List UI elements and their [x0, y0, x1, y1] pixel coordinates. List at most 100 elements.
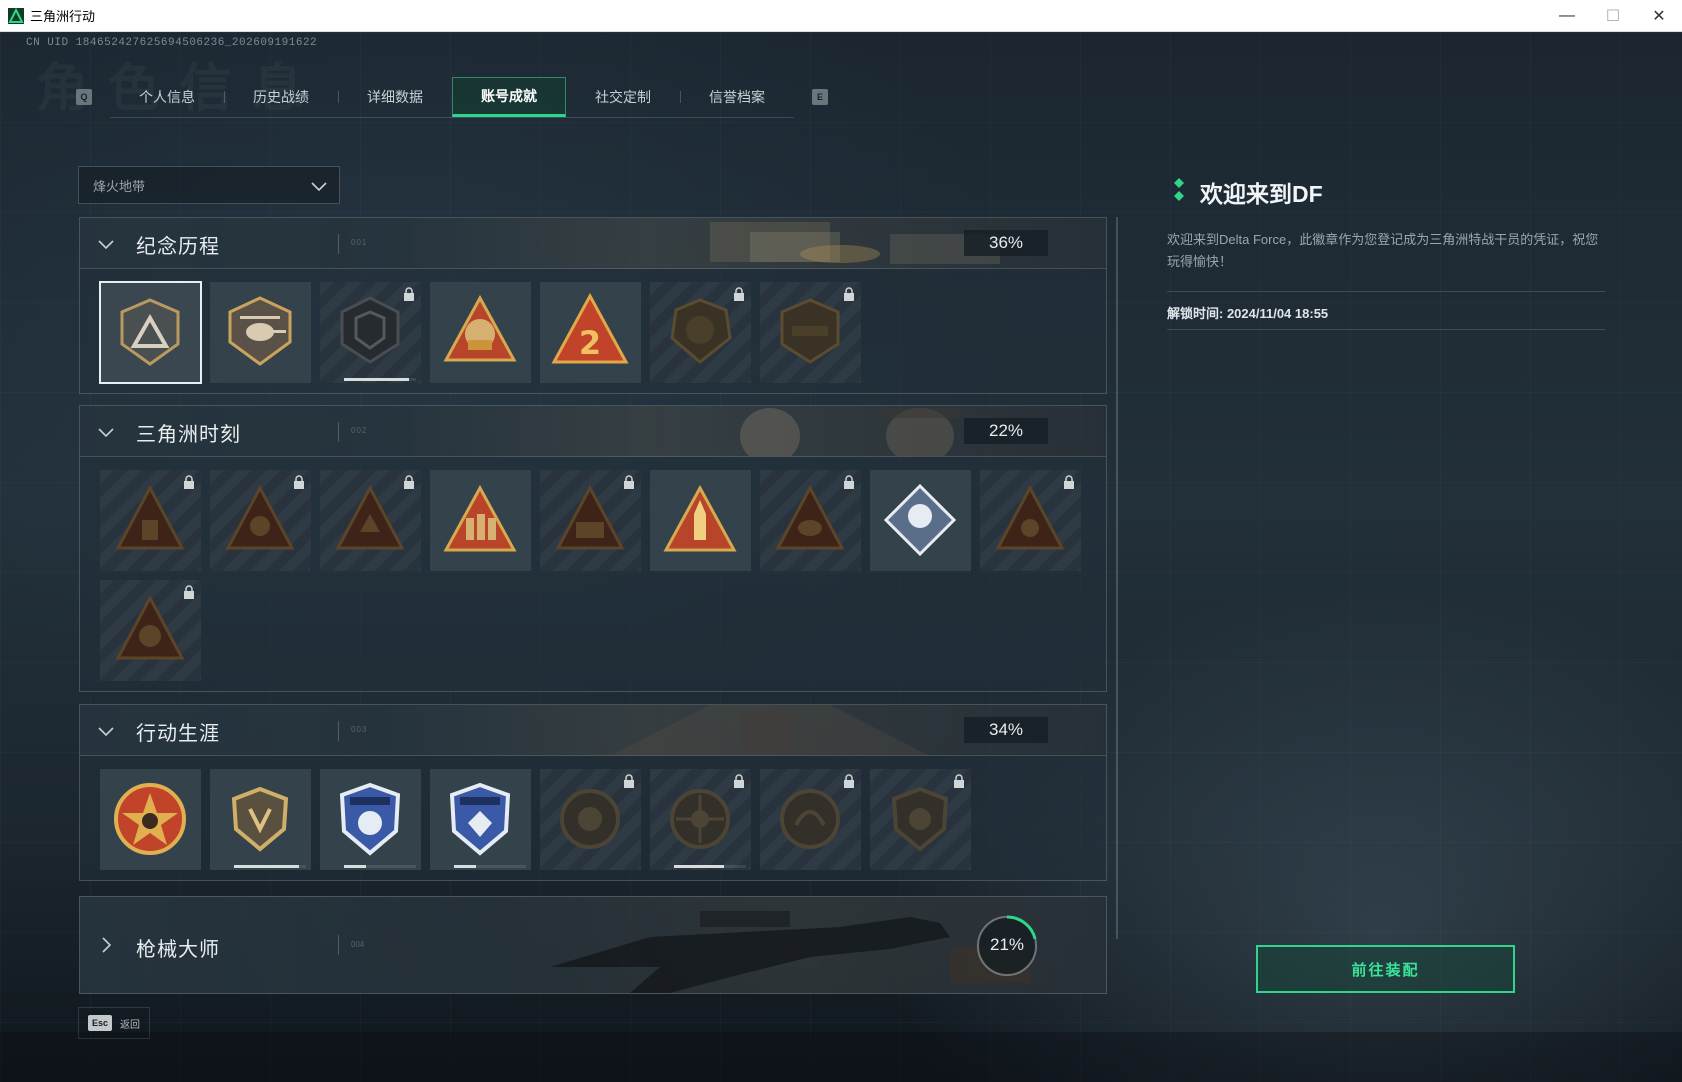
section-weapon-master[interactable]: 枪械大师 004 21%: [79, 896, 1107, 994]
badge-locked-tri-1[interactable]: [100, 470, 201, 571]
diamond-marker-icon: [1174, 178, 1184, 201]
badge-rocket[interactable]: [650, 470, 751, 571]
badge-diamond[interactable]: [870, 470, 971, 571]
badge-locked-tri-3[interactable]: [320, 470, 421, 571]
badge-locked-round-3[interactable]: [760, 769, 861, 870]
badge-progress-bar: [344, 378, 416, 381]
section-header[interactable]: 行动生涯 003 34%: [80, 705, 1106, 756]
back-button[interactable]: Esc 返回: [78, 1007, 150, 1039]
badge-helicopter[interactable]: [210, 282, 311, 383]
badge-grid: [80, 756, 1106, 880]
helmet-badge-icon: [443, 294, 517, 362]
lock-icon: [844, 475, 854, 489]
badge-locked-tri-4[interactable]: [540, 470, 641, 571]
badge-locked-tri-5[interactable]: [760, 470, 861, 571]
detail-divider: [1167, 329, 1605, 330]
section-number: 003: [351, 725, 368, 734]
badge-locked-emblem-a[interactable]: [650, 282, 751, 383]
chevron-down-icon: [98, 240, 114, 250]
mode-select-dropdown[interactable]: 烽火地带: [78, 166, 340, 204]
tab-credit-record[interactable]: 信誉档案: [680, 77, 794, 117]
window-title: 三角洲行动: [30, 9, 96, 24]
section-career: 行动生涯 003 34%: [79, 704, 1107, 881]
badge-commander[interactable]: [430, 282, 531, 383]
lock-icon: [734, 287, 744, 301]
tab-match-history[interactable]: 历史战绩: [224, 77, 338, 117]
app-content: 角色信息 CN UID 184652427625694506236_202609…: [0, 32, 1682, 1082]
badge-blue-shield-2[interactable]: [430, 769, 531, 870]
next-tab-key[interactable]: E: [812, 89, 828, 105]
blue-shield-gem-badge-icon: [449, 782, 511, 856]
gold-shield-badge-icon: [231, 786, 289, 852]
lock-icon: [404, 287, 414, 301]
badge-locked-round-2[interactable]: [650, 769, 751, 870]
chevron-down-icon: [98, 727, 114, 737]
badge-locked-tri-7[interactable]: [100, 580, 201, 681]
chevron-down-icon: [98, 428, 114, 438]
badge-star-skull[interactable]: [100, 769, 201, 870]
section-memorial: 纪念历程 001 36% 2: [79, 217, 1107, 394]
uid-label: CN UID 184652427625694506236_20260919162…: [26, 37, 318, 49]
lock-icon: [294, 475, 304, 489]
lock-icon: [734, 774, 744, 788]
lock-icon: [404, 475, 414, 489]
badge-blue-shield-1[interactable]: [320, 769, 421, 870]
detail-divider: [1167, 291, 1605, 292]
tab-strip: 个人信息 历史战绩 详细数据 账号成就 社交定制 信誉档案: [110, 76, 794, 118]
badge-welcome-df[interactable]: [99, 281, 202, 384]
svg-text:2: 2: [579, 324, 601, 362]
minimize-button[interactable]: —: [1544, 0, 1590, 32]
badge-progress-bar: [344, 865, 416, 868]
section-header[interactable]: 纪念历程 001 36%: [80, 218, 1106, 269]
badge-progress-bar: [454, 865, 526, 868]
tab-profile[interactable]: 个人信息: [110, 77, 224, 117]
badge-locked-shield[interactable]: [870, 769, 971, 870]
section-divider: [338, 721, 339, 741]
section-number: 002: [351, 426, 368, 435]
back-label: 返回: [120, 1019, 140, 1031]
section-progress-percent: 36%: [964, 230, 1048, 256]
lock-icon: [624, 774, 634, 788]
badge-locked-round-1[interactable]: [540, 769, 641, 870]
blue-shield-badge-icon: [339, 782, 401, 856]
diamond-fist-badge-icon: [883, 483, 957, 557]
badge-gold-shield[interactable]: [210, 769, 311, 870]
badge-season-two[interactable]: 2: [540, 282, 641, 383]
app-logo-icon: [8, 7, 24, 24]
section-title: 枪械大师: [136, 939, 220, 961]
section-progress-percent: 34%: [964, 717, 1048, 743]
detail-unlock-time: 解锁时间: 2024/11/04 18:55: [1167, 306, 1329, 321]
badge-squad[interactable]: [430, 470, 531, 571]
detail-description: 欢迎来到Delta Force，此徽章作为您登记成为三角洲特战干员的凭证，祝您玩…: [1167, 232, 1599, 269]
badge-locked-tri-6[interactable]: [980, 470, 1081, 571]
section-number: 001: [351, 238, 368, 247]
section-divider: [338, 234, 339, 254]
badge-progress-bar: [674, 865, 746, 868]
lock-icon: [184, 475, 194, 489]
close-button[interactable]: ✕: [1636, 0, 1682, 32]
lock-icon: [954, 774, 964, 788]
maximize-button[interactable]: ☐: [1590, 0, 1636, 32]
section-header[interactable]: 三角洲时刻 002 22%: [80, 406, 1106, 457]
tab-detailed-stats[interactable]: 详细数据: [338, 77, 452, 117]
badge-locked-emblem-b[interactable]: [760, 282, 861, 383]
delta-shield-badge-icon: [120, 298, 180, 366]
list-scrollbar[interactable]: [1116, 217, 1118, 939]
tab-achievements[interactable]: 账号成就: [452, 76, 566, 117]
helicopter-badge-icon: [228, 296, 292, 366]
section-number: 004: [351, 940, 365, 949]
section-divider: [338, 935, 339, 955]
tab-social-custom[interactable]: 社交定制: [566, 77, 680, 117]
tab-bar: Q 个人信息 历史战绩 详细数据 账号成就 社交定制 信誉档案 E: [76, 76, 828, 118]
badge-locked-hex[interactable]: [320, 282, 421, 383]
section-title: 三角洲时刻: [136, 424, 241, 446]
section-progress-percent: 21%: [989, 935, 1025, 954]
section-progress-percent: 22%: [964, 418, 1048, 444]
detail-title: 欢迎来到DF: [1200, 181, 1323, 207]
badge-locked-tri-2[interactable]: [210, 470, 311, 571]
equip-button[interactable]: 前往装配: [1256, 945, 1515, 993]
prev-tab-key[interactable]: Q: [76, 89, 92, 105]
lock-icon: [844, 287, 854, 301]
rocket-badge-icon: [663, 484, 737, 552]
section-title: 纪念历程: [136, 236, 220, 258]
